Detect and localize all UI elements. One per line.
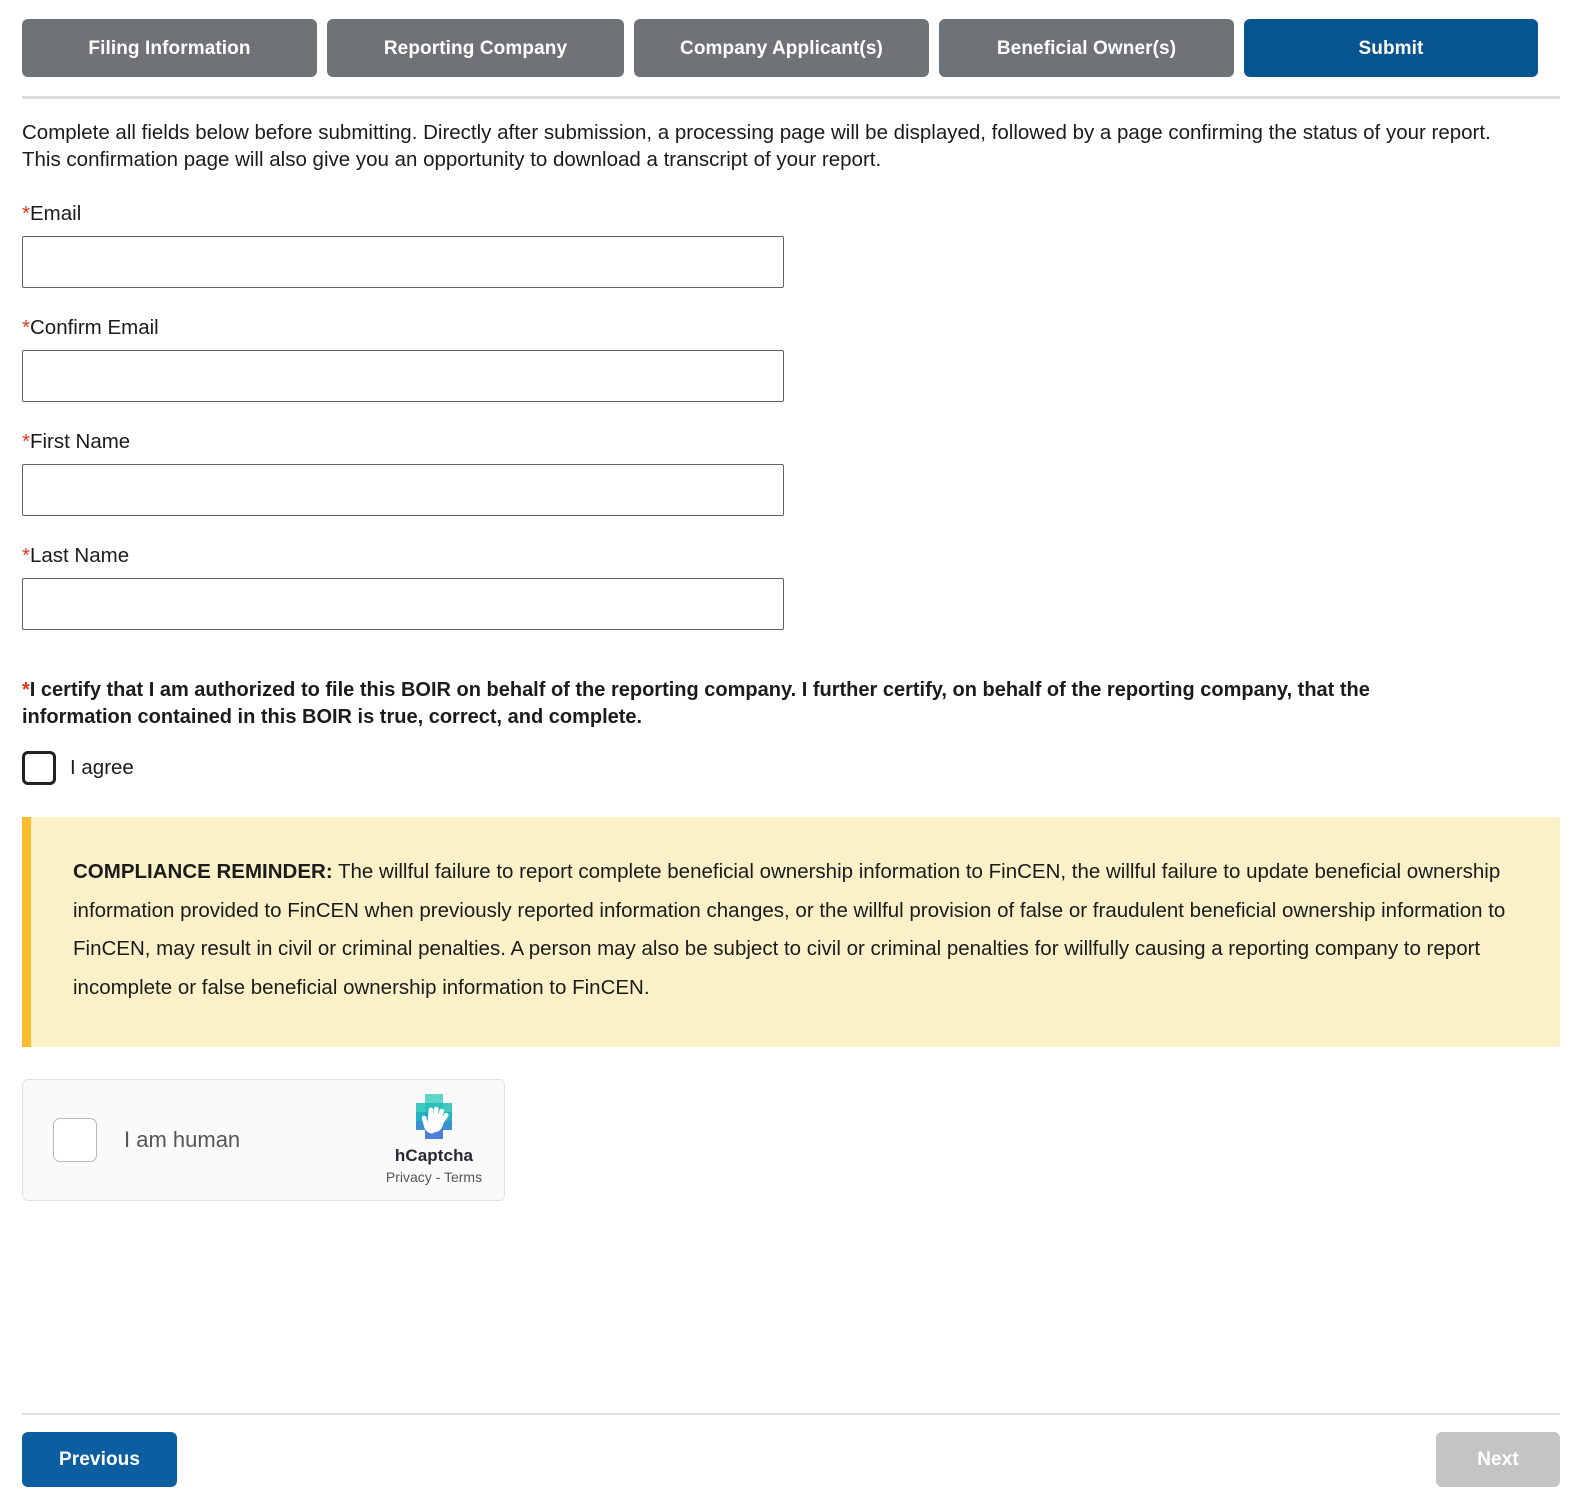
hcaptcha-brand: hCaptcha Privacy - Terms xyxy=(374,1092,494,1185)
field-first-name: *First Name xyxy=(22,430,1560,516)
hcaptcha-logo-icon xyxy=(408,1092,460,1144)
intro-text: Complete all fields below before submitt… xyxy=(22,121,1491,172)
required-asterisk-icon: * xyxy=(22,315,30,339)
agree-row: I agree xyxy=(22,751,1560,786)
certification-statement: *I certify that I am authorized to file … xyxy=(22,677,1452,732)
previous-button[interactable]: Previous xyxy=(22,1432,177,1487)
email-input[interactable] xyxy=(22,235,784,288)
field-last-name-label: *Last Name xyxy=(22,544,1560,568)
compliance-reminder-box: COMPLIANCE REMINDER: The willful failure… xyxy=(22,817,1560,1048)
agree-label: I agree xyxy=(70,756,134,780)
field-confirm-email-label-text: Confirm Email xyxy=(29,315,159,339)
field-email-label-text: Email xyxy=(29,201,82,225)
field-confirm-email: *Confirm Email xyxy=(22,316,1560,402)
hcaptcha-brand-name: hCaptcha xyxy=(394,1146,474,1166)
agree-checkbox[interactable] xyxy=(22,751,56,786)
field-email-label: *Email xyxy=(22,202,1560,226)
tab-company-applicants[interactable]: Company Applicant(s) xyxy=(634,19,929,77)
field-first-name-label: *First Name xyxy=(22,430,1560,454)
field-last-name: *Last Name xyxy=(22,544,1560,630)
field-last-name-label-text: Last Name xyxy=(29,543,130,567)
hcaptcha-label: I am human xyxy=(124,1127,241,1153)
field-confirm-email-label: *Confirm Email xyxy=(22,316,1560,340)
tab-beneficial-owners[interactable]: Beneficial Owner(s) xyxy=(939,19,1234,77)
header-divider xyxy=(22,96,1560,99)
first-name-input[interactable] xyxy=(22,463,784,516)
submit-form: Complete all fields below before submitt… xyxy=(0,119,1582,1202)
footer-navigation: Previous Next xyxy=(22,1432,1560,1487)
required-asterisk-icon: * xyxy=(22,201,30,225)
footer-divider xyxy=(22,1413,1560,1415)
required-asterisk-icon: * xyxy=(22,543,30,567)
confirm-email-input[interactable] xyxy=(22,349,784,402)
field-email: *Email xyxy=(22,202,1560,288)
required-asterisk-icon: * xyxy=(22,678,30,701)
compliance-heading: COMPLIANCE REMINDER: xyxy=(73,860,333,884)
tab-filing-information[interactable]: Filing Information xyxy=(22,19,317,77)
next-button[interactable]: Next xyxy=(1436,1432,1560,1487)
hcaptcha-widget[interactable]: I am human hCaptcha Privacy - Terms xyxy=(22,1079,505,1202)
field-first-name-label-text: First Name xyxy=(29,429,131,453)
tab-reporting-company[interactable]: Reporting Company xyxy=(327,19,624,77)
hcaptcha-legal-links[interactable]: Privacy - Terms xyxy=(374,1169,494,1185)
hcaptcha-checkbox[interactable] xyxy=(53,1118,97,1163)
certification-text: I certify that I am authorized to file t… xyxy=(22,678,1370,728)
last-name-input[interactable] xyxy=(22,577,784,630)
required-asterisk-icon: * xyxy=(22,429,30,453)
tab-submit[interactable]: Submit xyxy=(1244,19,1538,77)
wizard-tab-bar: Filing Information Reporting Company Com… xyxy=(0,0,1582,77)
